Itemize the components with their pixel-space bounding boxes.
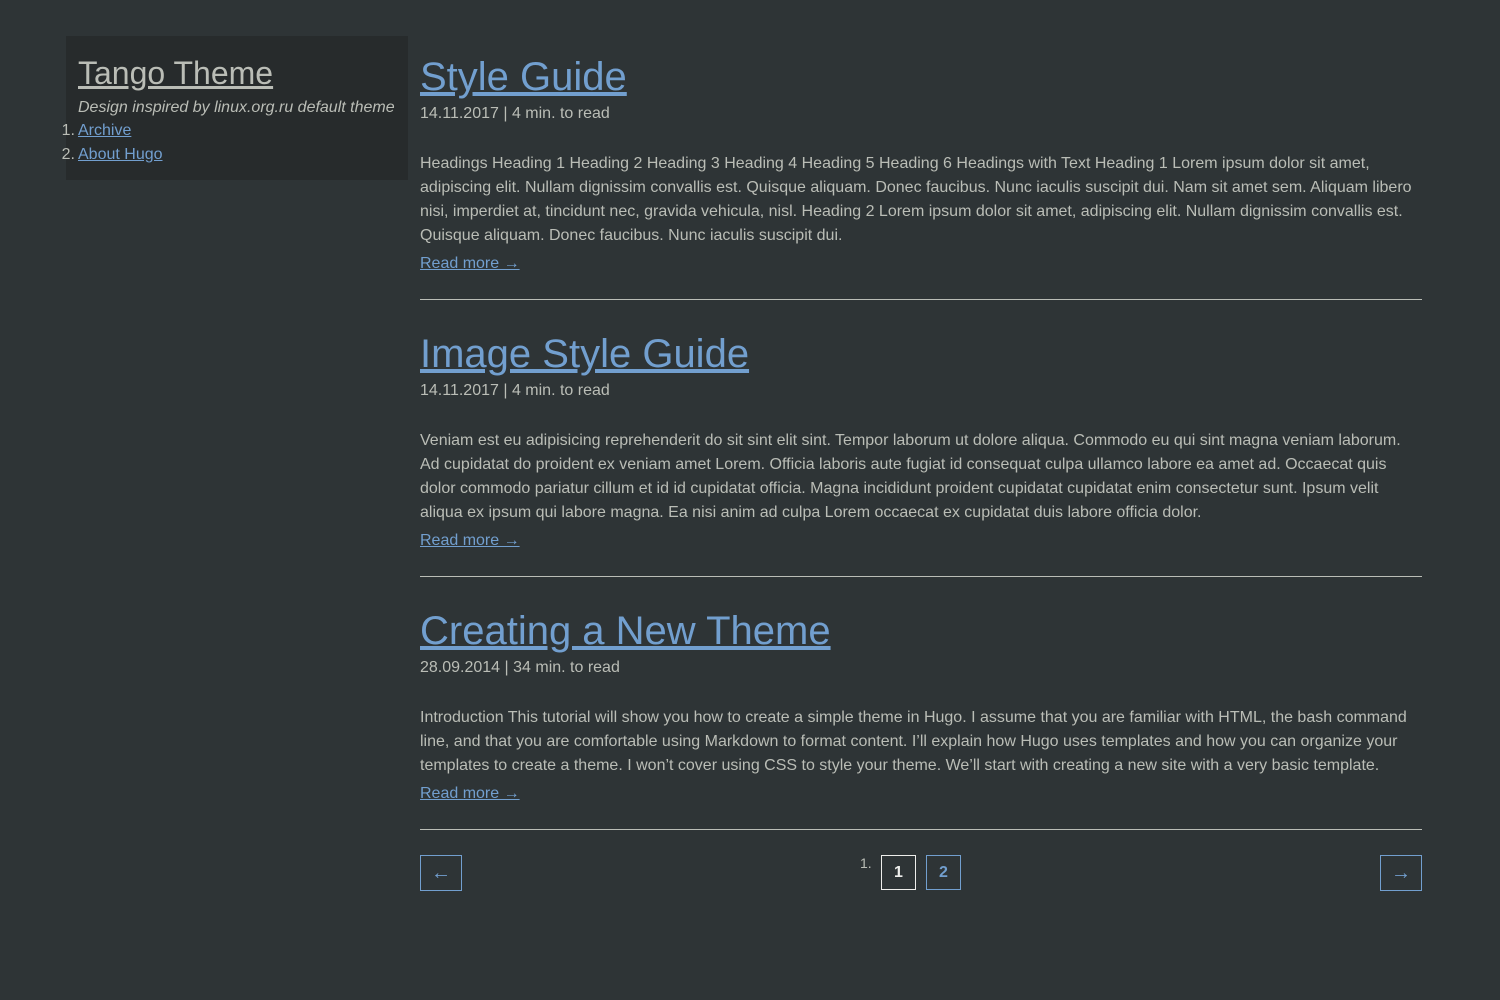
- post-excerpt: Headings Heading 1 Heading 2 Heading 3 H…: [420, 155, 1412, 244]
- post-style-guide: Style Guide 14.11.2017 | 4 min. to read …: [420, 54, 1422, 272]
- read-more-link[interactable]: Read more →: [420, 254, 520, 274]
- read-more-link[interactable]: Read more →: [420, 784, 520, 804]
- page-1-current: 1: [881, 855, 916, 890]
- pagination-list-marker: 1.: [860, 855, 872, 871]
- post-divider: [420, 299, 1422, 300]
- post-meta: 28.09.2014 | 34 min. to read: [420, 659, 620, 676]
- sidebar: Tango Theme Design inspired by linux.org…: [62, 36, 408, 180]
- archive-link[interactable]: Archive: [78, 121, 131, 141]
- post-divider: [420, 829, 1422, 830]
- post-image-style-guide: Image Style Guide 14.11.2017 | 4 min. to…: [420, 331, 1422, 549]
- about-hugo-link[interactable]: About Hugo: [78, 145, 163, 165]
- post-meta: 14.11.2017 | 4 min. to read: [420, 105, 610, 122]
- post-title-link[interactable]: Creating a New Theme: [420, 608, 1422, 654]
- site-title-link[interactable]: Tango Theme: [78, 55, 273, 91]
- post-divider: [420, 576, 1422, 577]
- list-number: 2.: [61, 146, 75, 163]
- post-meta: 14.11.2017 | 4 min. to read: [420, 382, 610, 399]
- arrow-right-icon: →: [1391, 861, 1411, 884]
- prev-page-button[interactable]: ←: [420, 855, 462, 891]
- post-creating-a-new-theme: Creating a New Theme 28.09.2014 | 34 min…: [420, 608, 1422, 802]
- page: Tango Theme Design inspired by linux.org…: [0, 0, 1500, 1000]
- post-excerpt: Introduction This tutorial will show you…: [420, 709, 1407, 774]
- site-description: Design inspired by linux.org.ru default …: [78, 99, 395, 116]
- next-page-button[interactable]: →: [1380, 855, 1422, 891]
- page-2-link[interactable]: 2: [926, 855, 961, 890]
- post-title-link[interactable]: Style Guide: [420, 54, 1422, 100]
- read-more-link[interactable]: Read more →: [420, 531, 520, 551]
- post-excerpt: Veniam est eu adipisicing reprehenderit …: [420, 432, 1401, 521]
- list-number: 1.: [61, 122, 75, 139]
- arrow-left-icon: ←: [431, 861, 451, 884]
- post-title-link[interactable]: Image Style Guide: [420, 331, 1422, 377]
